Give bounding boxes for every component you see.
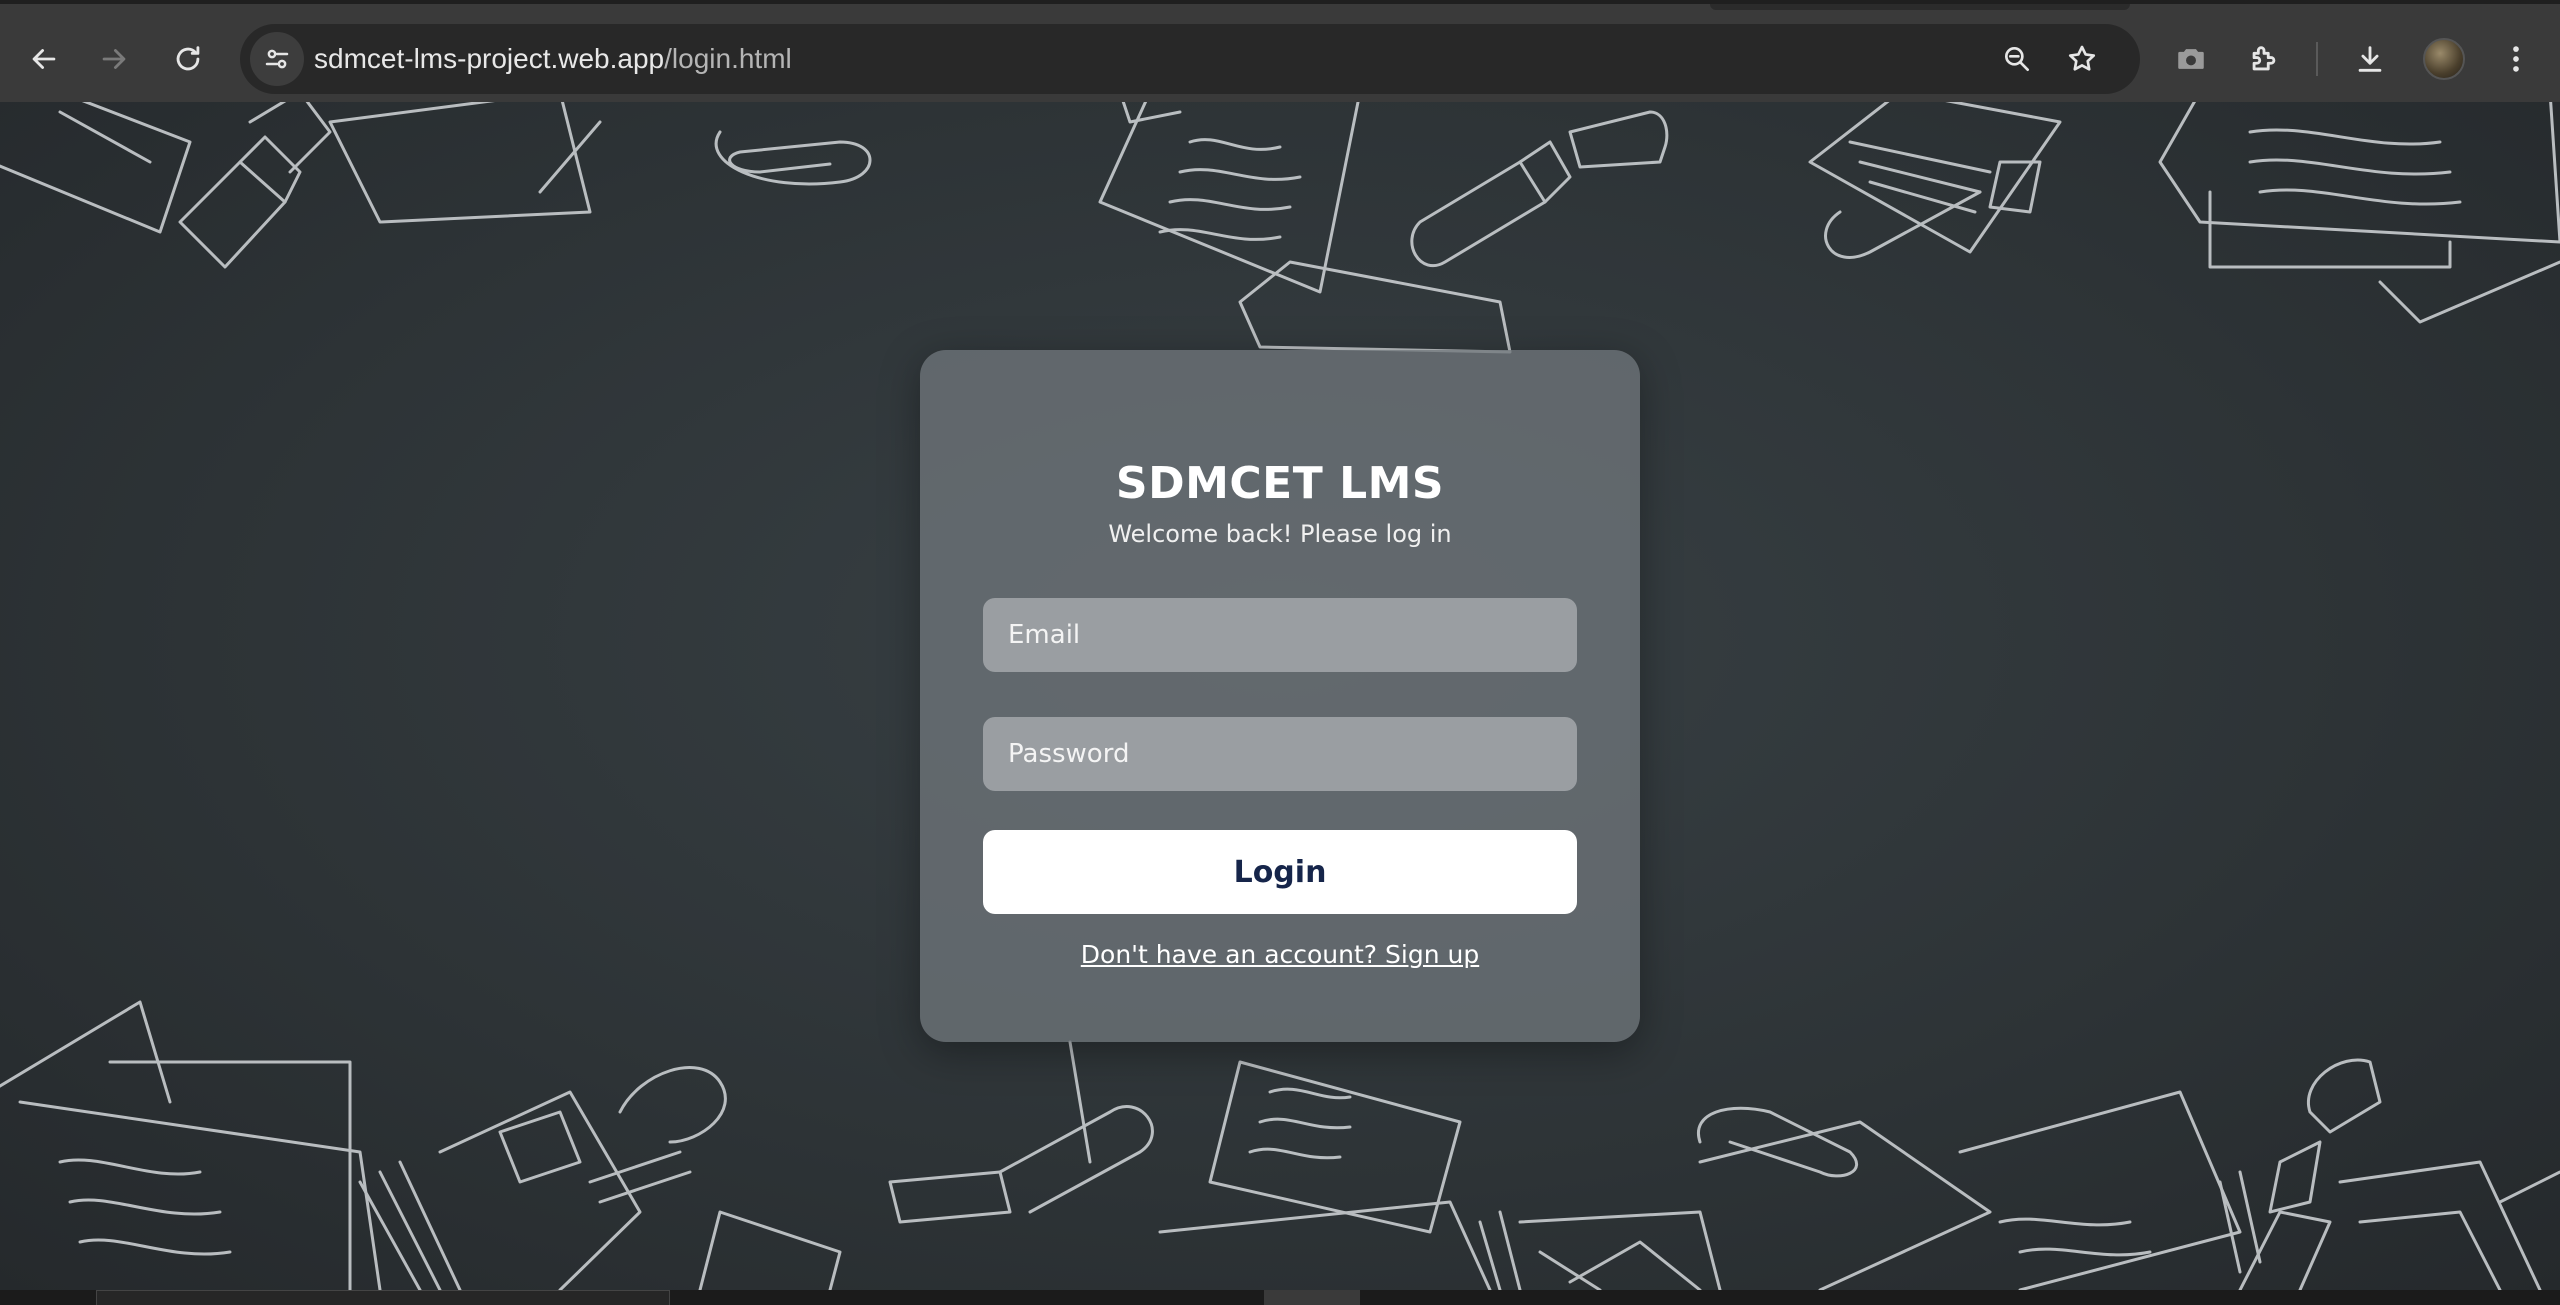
zoom-button[interactable] <box>1992 34 2042 84</box>
toolbar-divider <box>2316 42 2318 76</box>
menu-button[interactable] <box>2488 31 2544 87</box>
downloads-button[interactable] <box>2342 31 2398 87</box>
bookmark-button[interactable] <box>2057 34 2107 84</box>
site-info-button[interactable] <box>250 32 304 86</box>
url-text[interactable]: sdmcet-lms-project.web.app/login.html <box>314 24 792 94</box>
zoom-out-icon <box>2005 46 2029 71</box>
camera-icon <box>2178 49 2204 69</box>
reload-button[interactable] <box>160 31 216 87</box>
kebab-menu-icon <box>2513 46 2519 72</box>
taskbar-item[interactable] <box>96 1290 670 1305</box>
browser-toolbar: sdmcet-lms-project.web.app/login.html <box>0 0 2560 102</box>
reload-icon <box>176 46 200 71</box>
password-field[interactable] <box>983 717 1577 791</box>
url-host: sdmcet-lms-project.web.app <box>314 43 665 74</box>
login-page: SDMCET LMS Welcome back! Please log in L… <box>0 102 2560 1290</box>
url-path: /login.html <box>664 43 792 74</box>
tune-icon <box>265 49 289 69</box>
login-button[interactable]: Login <box>983 830 1577 914</box>
back-arrow-icon <box>32 49 56 69</box>
forward-button[interactable] <box>86 31 142 87</box>
taskbar-strip <box>0 1290 2560 1305</box>
email-field[interactable] <box>983 598 1577 672</box>
extensions-button[interactable] <box>2236 31 2292 87</box>
back-button[interactable] <box>16 31 72 87</box>
forward-arrow-icon <box>102 49 126 69</box>
address-bar[interactable]: sdmcet-lms-project.web.app/login.html <box>240 24 2140 94</box>
welcome-subtitle: Welcome back! Please log in <box>1108 520 1452 548</box>
star-icon <box>2068 45 2096 71</box>
avatar[interactable] <box>2423 38 2465 80</box>
login-card: SDMCET LMS Welcome back! Please log in L… <box>920 350 1640 1042</box>
screenshot-button[interactable] <box>2163 31 2219 87</box>
puzzle-icon <box>2252 46 2276 71</box>
download-icon <box>2358 46 2382 72</box>
page-title: SDMCET LMS <box>1115 458 1445 509</box>
signup-link[interactable]: Don't have an account? Sign up <box>920 940 1640 969</box>
taskbar-item[interactable] <box>1264 1290 1360 1305</box>
tab-strip <box>1710 4 2130 10</box>
